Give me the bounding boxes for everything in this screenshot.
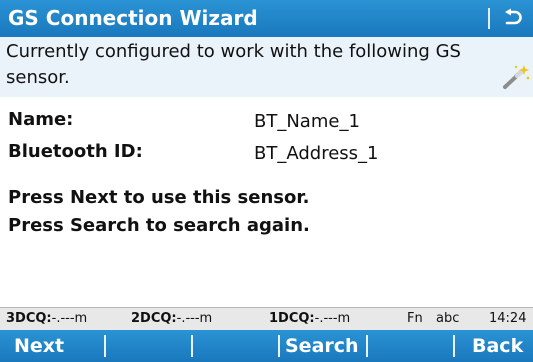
status-1dcq-label: 1DCQ:	[269, 311, 315, 326]
status-2dcq: 2DCQ:-.---m	[131, 308, 212, 330]
status-bar: 3DCQ:-.---m 2DCQ:-.---m 1DCQ:-.---m Fn a…	[0, 307, 533, 330]
next-button[interactable]: Next	[14, 330, 64, 362]
title-separator	[488, 8, 490, 29]
status-time: 14:24	[489, 311, 527, 326]
name-value: BT_Name_1	[254, 111, 360, 132]
softkey-bar: Next Search Back	[0, 330, 533, 362]
status-2dcq-label: 2DCQ:	[131, 311, 177, 326]
info-panel: Currently configured to work with the fo…	[0, 37, 533, 97]
magic-wand-icon	[503, 65, 530, 89]
window-title: GS Connection Wizard	[8, 6, 258, 30]
status-3dcq-label: 3DCQ:	[6, 311, 52, 326]
status-3dcq: 3DCQ:-.---m	[6, 308, 87, 330]
status-fn: Fn	[407, 311, 423, 326]
softkey-divider	[453, 335, 455, 357]
name-label: Name:	[8, 109, 74, 130]
info-message: Currently configured to work with the fo…	[6, 41, 461, 88]
title-back-button[interactable]	[494, 3, 530, 34]
title-bar: GS Connection Wizard	[0, 0, 533, 37]
bluetooth-id-value: BT_Address_1	[254, 143, 379, 164]
return-arrow-icon	[505, 8, 522, 24]
status-3dcq-value: -.---m	[51, 311, 88, 326]
instruction-search: Press Search to search again.	[8, 215, 310, 236]
softkey-divider	[104, 335, 106, 357]
bluetooth-id-label: Bluetooth ID:	[8, 141, 143, 162]
status-1dcq-value: -.---m	[314, 311, 351, 326]
status-1dcq: 1DCQ:-.---m	[269, 308, 350, 330]
status-input-mode: abc	[436, 311, 460, 326]
status-2dcq-value: -.---m	[176, 311, 213, 326]
search-button[interactable]: Search	[285, 330, 359, 362]
softkey-divider	[191, 335, 193, 357]
back-button[interactable]: Back	[472, 330, 523, 362]
softkey-divider	[278, 335, 280, 357]
softkey-divider	[366, 335, 368, 357]
instruction-next: Press Next to use this sensor.	[8, 187, 310, 208]
